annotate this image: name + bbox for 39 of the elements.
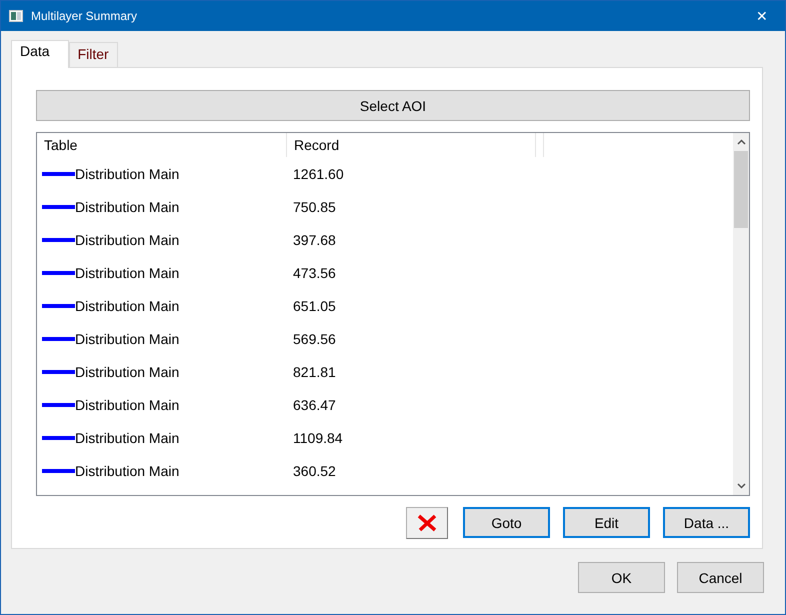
tab[interactable]: Filter	[68, 42, 118, 67]
table-cell: Distribution Main	[75, 330, 180, 346]
table-cell: Distribution Main	[75, 298, 180, 314]
close-button[interactable]: ✕	[739, 8, 785, 24]
select-aoi-button[interactable]: Select AOI	[36, 90, 750, 121]
tab[interactable]: Data	[11, 40, 69, 68]
dialog-button[interactable]: Cancel	[677, 562, 764, 593]
table-cell-text: 821.81	[292, 364, 337, 380]
dialog-button[interactable]: OK	[578, 562, 665, 593]
column-header[interactable]: Record	[287, 133, 536, 157]
table-cell-text: 1109.84	[292, 430, 344, 446]
action-button[interactable]: Edit	[563, 507, 650, 538]
table-cell: Distribution Main	[75, 396, 180, 412]
table-cell: Distribution Main	[75, 198, 180, 214]
table-cell: Distribution Main	[75, 364, 180, 380]
table-cell-text: 750.85	[292, 198, 337, 214]
x-mark-icon	[417, 514, 437, 532]
table-cell: Distribution Main	[75, 232, 180, 248]
table-cell: Distribution Main	[75, 166, 180, 182]
table-cell-text: 569.56	[292, 330, 337, 346]
table-cell-text: 1261.60	[292, 166, 345, 182]
scroll-down-icon[interactable]	[736, 483, 746, 489]
scrollbar[interactable]	[733, 133, 749, 495]
window-title: Multilayer Summary	[31, 9, 138, 23]
window-icon	[9, 10, 23, 22]
scroll-up-icon[interactable]	[736, 139, 746, 145]
action-button[interactable]: Goto	[463, 507, 550, 538]
table-cell-text: 397.68	[292, 232, 337, 248]
table-cell: Distribution Main	[75, 430, 180, 446]
scrollbar-thumb[interactable]	[734, 151, 748, 228]
table-cell: Distribution Main	[75, 462, 180, 478]
column-header[interactable]: Table	[37, 133, 287, 157]
table-cell-text: 636.47	[292, 396, 337, 412]
table-cell-text: 651.05	[292, 298, 337, 314]
action-button[interactable]: Data ...	[663, 507, 750, 538]
table-cell: Distribution Main	[75, 264, 180, 280]
table-cell-text: 473.56	[292, 264, 337, 280]
table-cell-text: 360.52	[292, 462, 337, 478]
delete-button[interactable]	[406, 507, 448, 539]
